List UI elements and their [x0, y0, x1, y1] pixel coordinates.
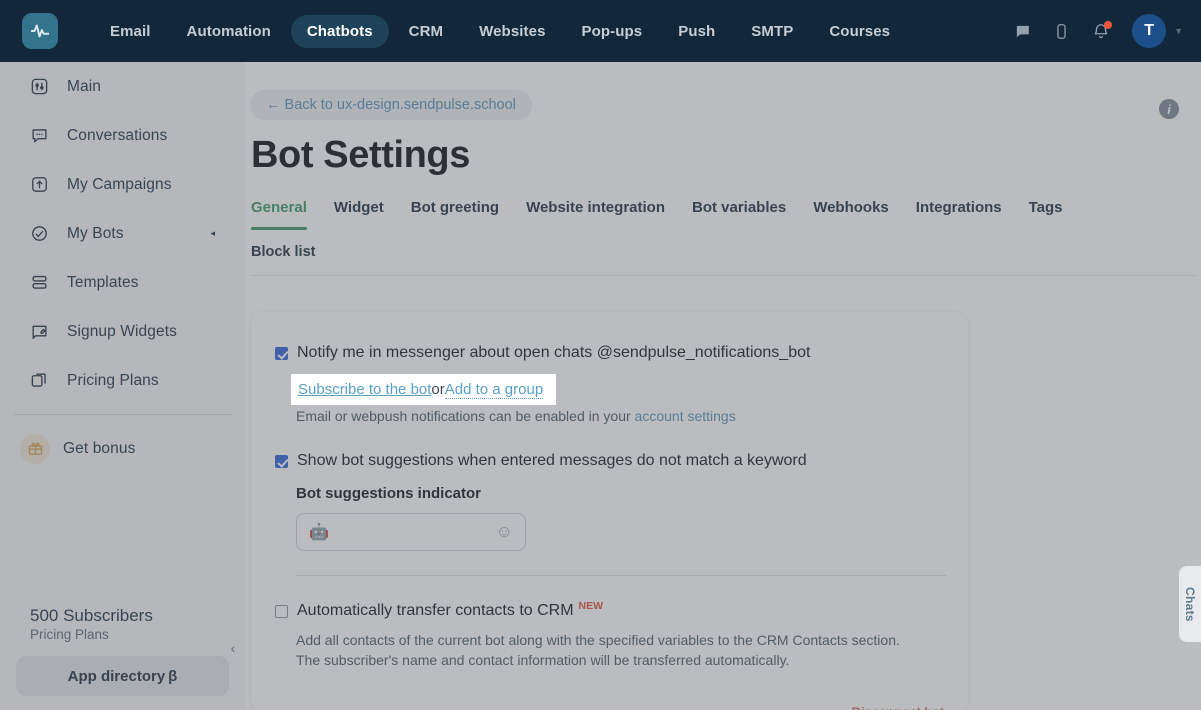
sidebar-item-label: Main	[67, 77, 101, 95]
sidebar-item-label: Pricing Plans	[67, 371, 159, 389]
sidebar-divider	[14, 414, 231, 415]
chats-side-tab[interactable]: Chats	[1179, 566, 1201, 642]
bell-icon[interactable]	[1092, 20, 1113, 41]
card-divider	[296, 575, 946, 576]
chat-dots-icon	[28, 125, 50, 147]
chat-bubble-icon[interactable]	[1014, 23, 1031, 40]
top-nav-right-actions: T ▼	[1014, 0, 1183, 62]
tab-bot-greeting[interactable]: Bot greeting	[411, 199, 499, 230]
helper-prefix: Email or webpush notifications can be en…	[296, 408, 635, 424]
signup-widget-icon	[28, 321, 50, 343]
suggestions-option-row: Show bot suggestions when entered messag…	[275, 450, 944, 472]
sidebar-item-label: My Campaigns	[67, 175, 172, 193]
sidebar-item-pricing-plans[interactable]: Pricing Plans	[0, 356, 245, 405]
notify-option-row: Notify me in messenger about open chats …	[275, 342, 944, 364]
pricing-plans-link[interactable]: Pricing Plans	[0, 627, 245, 642]
nav-item-courses[interactable]: Courses	[813, 15, 906, 48]
chats-side-tab-label: Chats	[1183, 586, 1197, 622]
suggestions-checkbox[interactable]	[275, 455, 288, 468]
sidebar-item-label: My Bots	[67, 224, 124, 242]
nav-item-popups[interactable]: Pop-ups	[566, 15, 659, 48]
sidebar-item-label: Conversations	[67, 126, 168, 144]
notification-dot	[1104, 20, 1113, 29]
tab-webhooks[interactable]: Webhooks	[813, 199, 889, 230]
app-directory-label: App directory	[67, 667, 166, 685]
sidebar-item-main[interactable]: Main	[0, 62, 245, 111]
crm-description-line-2: The subscriber's name and contact inform…	[296, 652, 790, 668]
settings-tabs: General Widget Bot greeting Website inte…	[251, 199, 1201, 230]
nav-item-automation[interactable]: Automation	[171, 15, 287, 48]
crm-transfer-checkbox[interactable]	[275, 605, 288, 618]
sidebar-item-get-bonus[interactable]: Get bonus	[0, 424, 245, 473]
notify-label: Notify me in messenger about open chats …	[297, 344, 811, 361]
subtab-block-list[interactable]: Block list	[251, 244, 315, 260]
nav-item-email[interactable]: Email	[94, 15, 167, 48]
crm-label: Automatically transfer contacts to CRM	[297, 602, 574, 619]
beta-badge: β	[168, 667, 178, 685]
crm-description-line-1: Add all contacts of the current bot alon…	[296, 632, 900, 648]
chevron-left-icon[interactable]: ◂	[210, 228, 215, 239]
content-divider	[251, 275, 1195, 276]
sidebar-item-my-bots[interactable]: My Bots ◂	[0, 209, 245, 258]
crm-description: Add all contacts of the current bot alon…	[296, 630, 944, 670]
subscribe-to-bot-link[interactable]: Subscribe to the bot	[303, 376, 436, 393]
sidebar-collapse-chevron-left-icon[interactable]: ‹	[223, 638, 243, 658]
tab-website-integration[interactable]: Website integration	[526, 199, 665, 230]
nav-item-chatbots[interactable]: Chatbots	[290, 14, 389, 48]
subscribe-links-group: Subscribe to the bot or Add to a group	[296, 373, 563, 398]
top-nav-items: Email Automation Chatbots CRM Websites P…	[94, 14, 906, 48]
indicator-emoji-value: 🤖	[309, 524, 329, 541]
crm-option-row: Automatically transfer contacts to CRM N…	[275, 600, 944, 622]
mobile-device-icon[interactable]	[1053, 22, 1070, 41]
sidebar-item-label: Templates	[67, 273, 139, 291]
tab-integrations[interactable]: Integrations	[916, 199, 1002, 230]
sidebar-item-signup-widgets[interactable]: Signup Widgets	[0, 307, 245, 356]
sidebar-item-conversations[interactable]: Conversations	[0, 111, 245, 160]
gift-icon	[20, 433, 50, 464]
nav-item-crm[interactable]: CRM	[393, 15, 459, 48]
sidebar-item-label: Signup Widgets	[67, 322, 177, 340]
top-navigation-bar: Email Automation Chatbots CRM Websites P…	[0, 0, 1201, 62]
pricing-plans-icon	[28, 370, 50, 392]
tab-tags[interactable]: Tags	[1029, 199, 1063, 230]
tab-widget[interactable]: Widget	[334, 199, 384, 230]
subscriber-count: 500 Subscribers	[30, 606, 153, 625]
emoji-picker-icon[interactable]: ☺	[496, 522, 513, 542]
chevron-down-icon[interactable]: ▼	[1174, 26, 1183, 36]
app-directory-button[interactable]: App directory β	[16, 656, 229, 696]
pulse-logo-icon[interactable]	[22, 13, 58, 49]
new-badge: NEW	[578, 600, 604, 612]
sidebar-item-templates[interactable]: Templates	[0, 258, 245, 307]
nav-item-smtp[interactable]: SMTP	[735, 15, 809, 48]
nav-item-push[interactable]: Push	[662, 15, 731, 48]
sidebar-footer: 500 Subscribers Pricing Plans App direct…	[0, 606, 245, 710]
or-text: or	[436, 376, 458, 393]
add-to-group-link[interactable]: Add to a group	[457, 376, 556, 394]
sidebar-item-label: Get bonus	[63, 439, 136, 457]
indicator-heading: Bot suggestions indicator	[296, 485, 482, 502]
sidebar: Main Conversations My Campaigns My Bots …	[0, 62, 245, 710]
avatar[interactable]: T	[1132, 14, 1167, 48]
tab-general[interactable]: General	[251, 199, 307, 230]
page-title: Bot Settings	[251, 134, 470, 176]
templates-stack-icon	[28, 272, 50, 294]
back-link[interactable]: ← Back to ux-design.sendpulse.school	[250, 90, 532, 120]
nav-item-websites[interactable]: Websites	[463, 15, 561, 48]
app-root: Email Automation Chatbots CRM Websites P…	[0, 0, 1201, 710]
account-settings-link[interactable]: account settings	[635, 408, 736, 424]
suggestions-label: Show bot suggestions when entered messag…	[297, 452, 807, 469]
general-settings-card: Notify me in messenger about open chats …	[251, 312, 968, 710]
notify-checkbox[interactable]	[275, 347, 288, 360]
main-content: ← Back to ux-design.sendpulse.school Bot…	[245, 62, 1201, 710]
disconnect-bot-link[interactable]: Disconnect bot	[851, 704, 944, 710]
sub-tabs: Block list	[251, 244, 1201, 260]
bot-check-icon	[28, 223, 50, 245]
notify-helper-text: Email or webpush notifications can be en…	[296, 408, 944, 424]
bot-suggestions-indicator-input[interactable]: 🤖 ☺	[296, 513, 526, 551]
campaign-upload-icon	[28, 174, 50, 196]
info-icon[interactable]: i	[1159, 99, 1179, 119]
tab-bot-variables[interactable]: Bot variables	[692, 199, 786, 230]
dashboard-icon	[28, 76, 50, 98]
sidebar-item-my-campaigns[interactable]: My Campaigns	[0, 160, 245, 209]
